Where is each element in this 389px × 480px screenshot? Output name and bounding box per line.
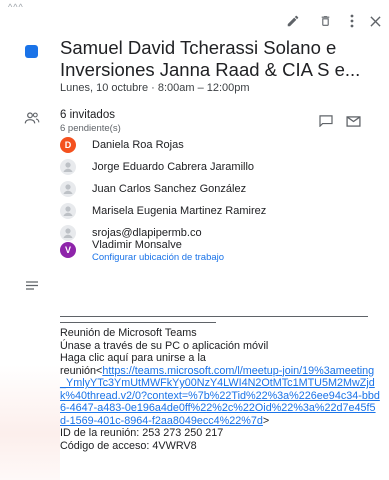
desc-link-line: reunión<https://teams.microsoft.com/l/me… xyxy=(60,365,380,428)
guest-name: Juan Carlos Sanchez González xyxy=(92,183,247,195)
guests-summary: 6 invitados 6 pendiente(s) xyxy=(60,109,121,134)
close-icon xyxy=(369,15,381,27)
avatar-placeholder-icon xyxy=(60,203,76,219)
desc-heading: Reunión de Microsoft Teams xyxy=(60,327,197,339)
desc-suffix: > xyxy=(262,414,270,427)
more-options-button[interactable] xyxy=(341,10,363,32)
guest-name: Vladimir Monsalve xyxy=(92,239,182,251)
event-toolbar: ^^^ xyxy=(0,0,389,40)
guest-pending: 6 pendiente(s) xyxy=(60,123,121,134)
delete-icon xyxy=(321,16,329,26)
meeting-id: ID de la reunión: 253 273 250 217 xyxy=(60,427,224,439)
guests-icon xyxy=(24,111,40,130)
guest-row[interactable]: Marisela Eugenia Martinez Ramirez xyxy=(60,203,266,219)
background-watermark xyxy=(0,365,60,480)
desc-prefix: reunión< xyxy=(60,364,103,377)
desc-line: Haga clic aquí para unirse a la xyxy=(60,352,206,364)
desc-line: Únase a través de su PC o aplicación móv… xyxy=(60,339,269,352)
teams-meeting-link[interactable]: https://teams.microsoft.com/l/meetup-joi… xyxy=(60,365,380,427)
guest-name: srojas@dlapipermb.co xyxy=(92,227,202,239)
event-datetime: Lunes, 10 octubre · 8:00am – 12:00pm xyxy=(60,82,250,94)
close-button[interactable] xyxy=(364,10,386,32)
guest-name: Daniela Roa Rojas xyxy=(92,139,184,151)
event-description: Reunión de Microsoft Teams Únase a travé… xyxy=(60,322,380,452)
guest-row[interactable]: Jorge Eduardo Cabrera Jaramillo xyxy=(60,159,254,175)
guest-name: Jorge Eduardo Cabrera Jaramillo xyxy=(92,161,255,173)
event-title-line-2: Inversiones Janna Raad & CIA S e... xyxy=(60,59,361,80)
event-title: Samuel David Tcherassi Solano e Inversio… xyxy=(60,37,382,81)
work-location-link[interactable]: Configurar ubicación de trabajo xyxy=(92,252,224,263)
avatar: V xyxy=(60,242,76,258)
guest-row[interactable]: Juan Carlos Sanchez González xyxy=(60,181,246,197)
edit-icon xyxy=(287,15,299,27)
description-short-divider xyxy=(60,322,216,323)
avatar-placeholder-icon xyxy=(60,159,76,175)
access-code: Código de acceso: 4VWRV8 xyxy=(60,439,197,452)
chat-guests-button[interactable] xyxy=(319,114,333,132)
calendar-color-chip xyxy=(25,45,38,58)
delete-button[interactable] xyxy=(314,10,336,32)
event-title-line-1: Samuel David Tcherassi Solano e xyxy=(60,37,337,58)
more-vert-icon xyxy=(350,14,354,28)
description-icon xyxy=(26,277,38,295)
guest-count: 6 invitados xyxy=(60,109,115,121)
corner-marker: ^^^ xyxy=(8,2,24,12)
guest-row[interactable]: D Daniela Roa Rojas xyxy=(60,137,184,153)
avatar-placeholder-icon xyxy=(60,181,76,197)
avatar: D xyxy=(60,137,76,153)
description-divider xyxy=(60,316,368,317)
email-icon xyxy=(346,116,361,127)
edit-button[interactable] xyxy=(282,10,304,32)
guest-name: Marisela Eugenia Martinez Ramirez xyxy=(92,205,267,217)
email-guests-button[interactable] xyxy=(346,114,361,132)
chat-icon xyxy=(319,115,333,128)
avatar-placeholder-icon xyxy=(60,225,76,241)
